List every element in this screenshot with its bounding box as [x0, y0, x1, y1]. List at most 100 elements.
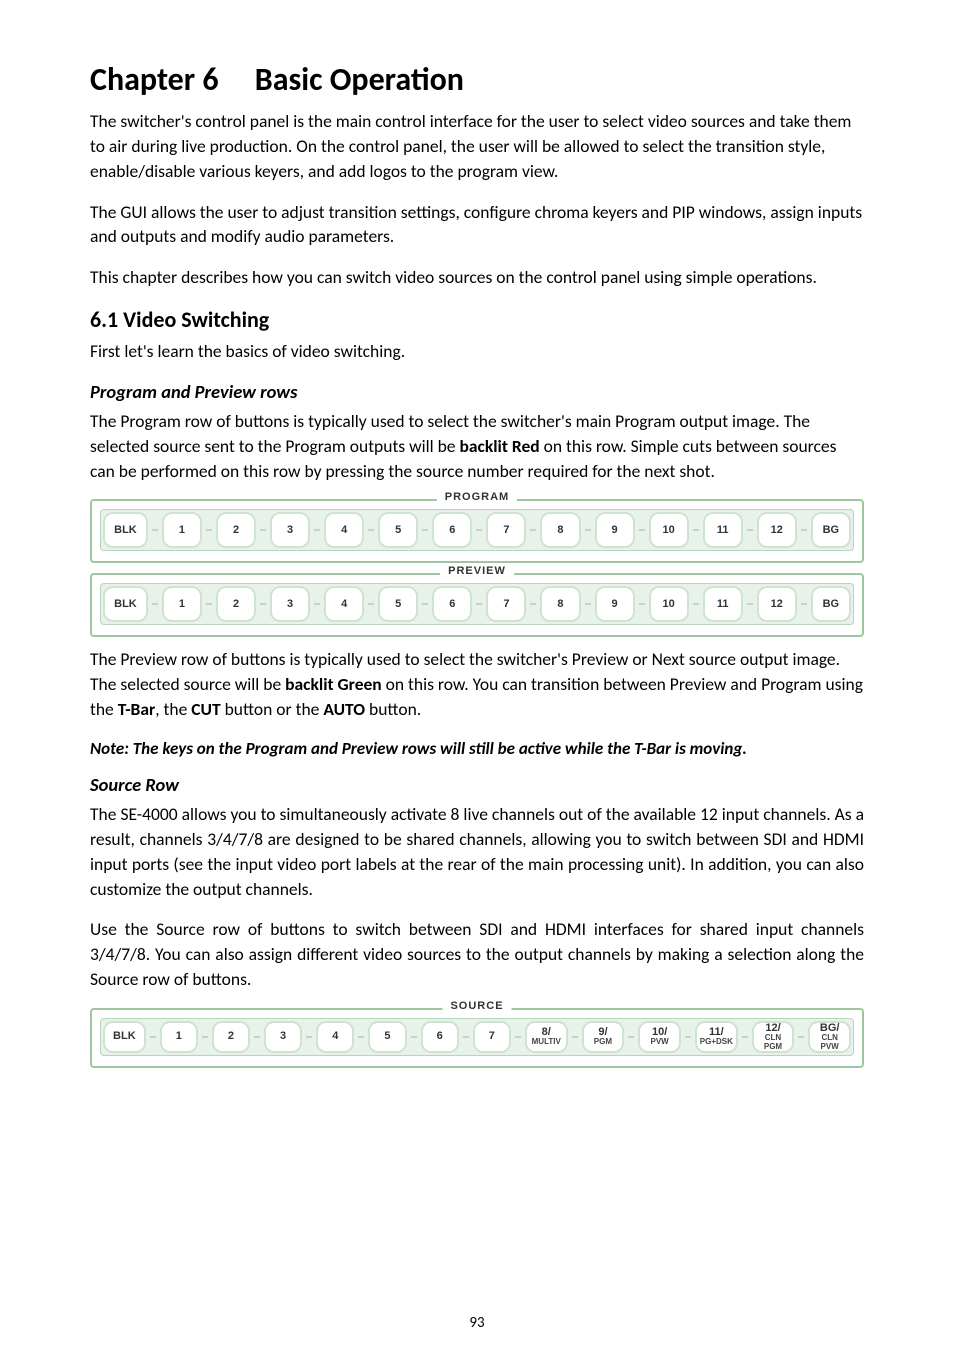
section-heading: 6.1 Video Switching [90, 306, 864, 333]
key-6[interactable]: 6 [432, 512, 472, 548]
key-connector [747, 526, 753, 534]
key-5[interactable]: 5 [368, 1021, 406, 1053]
key-connector [206, 526, 212, 534]
key-connector [314, 526, 320, 534]
paragraph: Use the Source row of buttons to switch … [90, 917, 864, 992]
chapter-title: Chapter 6 Basic Operation [90, 60, 864, 99]
key-blk[interactable]: BLK [103, 1021, 146, 1053]
key-bg-cln-pvw[interactable]: BG/CLN PVW [808, 1021, 851, 1053]
key-8-multiv[interactable]: 8/MULTIV [525, 1021, 568, 1053]
key-6[interactable]: 6 [421, 1021, 459, 1053]
note-paragraph: Note: The keys on the Program and Previe… [90, 738, 864, 759]
bold-run: AUTO [323, 698, 365, 720]
key-label: 1 [176, 1031, 182, 1043]
paragraph: The Preview row of buttons is typically … [90, 647, 864, 722]
key-connector [358, 1033, 364, 1041]
key-7[interactable]: 7 [486, 586, 526, 622]
key-connector [747, 600, 753, 608]
key-7[interactable]: 7 [486, 512, 526, 548]
panel-legend: SOURCE [442, 1000, 511, 1012]
key-connector [306, 1033, 312, 1041]
panel-legend: PREVIEW [440, 565, 514, 577]
paragraph: The SE-4000 allows you to simultaneously… [90, 802, 864, 901]
key-connector [628, 1033, 634, 1041]
bold-run: backlit Red [459, 435, 539, 457]
key-connector [152, 526, 158, 534]
key-bg[interactable]: BG [811, 586, 851, 622]
text-run: , the [155, 698, 191, 720]
key-4[interactable]: 4 [324, 586, 364, 622]
key-12[interactable]: 12 [757, 512, 797, 548]
key-label: 3 [280, 1031, 286, 1043]
key-5[interactable]: 5 [378, 512, 418, 548]
key-connector [260, 600, 266, 608]
key-5[interactable]: 5 [378, 586, 418, 622]
key-connector [639, 526, 645, 534]
key-9-pgm[interactable]: 9/PGM [582, 1021, 625, 1053]
key-connector [476, 600, 482, 608]
key-connector [411, 1033, 417, 1041]
key-connector [530, 600, 536, 608]
key-10[interactable]: 10 [649, 512, 689, 548]
text-run: button or the [221, 698, 324, 720]
key-connector [585, 526, 591, 534]
key-2[interactable]: 2 [216, 586, 256, 622]
subsection-heading: Program and Preview rows [90, 380, 864, 403]
key-9[interactable]: 9 [595, 512, 635, 548]
panel-row-program: BLK123456789101112BG [100, 509, 854, 551]
panel-row-source: BLK 1 2 3 4 5 6 7 8/MULTIV 9/PGM 10/PVW 11/PG+DSK 12… [100, 1018, 854, 1056]
key-12-cln-pgm[interactable]: 12/CLN PGM [752, 1021, 795, 1053]
key-connector [152, 600, 158, 608]
key-1[interactable]: 1 [162, 586, 202, 622]
key-9[interactable]: 9 [595, 586, 635, 622]
key-connector [422, 526, 428, 534]
key-1[interactable]: 1 [162, 512, 202, 548]
key-sublabel: MULTIV [532, 1038, 561, 1046]
paragraph: First let's learn the basics of video sw… [90, 339, 864, 364]
key-bg[interactable]: BG [811, 512, 851, 548]
paragraph: This chapter describes how you can switc… [90, 265, 864, 290]
key-connector [476, 526, 482, 534]
key-sublabel: PG+DSK [700, 1038, 733, 1046]
key-12[interactable]: 12 [757, 586, 797, 622]
key-11[interactable]: 11 [703, 586, 743, 622]
key-connector [572, 1033, 578, 1041]
key-label: BLK [113, 1031, 136, 1043]
key-10-pvw[interactable]: 10/PVW [638, 1021, 681, 1053]
key-connector [693, 600, 699, 608]
key-connector [314, 600, 320, 608]
key-blk[interactable]: BLK [103, 512, 148, 548]
key-blk[interactable]: BLK [103, 586, 148, 622]
key-sublabel: PGM [594, 1038, 612, 1046]
key-connector [254, 1033, 260, 1041]
panel-source: SOURCE BLK12345678/MULTIV9/PGM10/PVW11/P… [90, 1008, 864, 1068]
key-3[interactable]: 3 [264, 1021, 302, 1053]
key-label: 5 [384, 1031, 390, 1043]
key-11-pg-dsk[interactable]: 11/PG+DSK [695, 1021, 738, 1053]
key-10[interactable]: 10 [649, 586, 689, 622]
key-11[interactable]: 11 [703, 512, 743, 548]
key-4[interactable]: 4 [324, 512, 364, 548]
key-2[interactable]: 2 [216, 512, 256, 548]
bold-run: CUT [191, 698, 220, 720]
key-7[interactable]: 7 [473, 1021, 511, 1053]
key-connector [530, 526, 536, 534]
key-connector [639, 600, 645, 608]
key-6[interactable]: 6 [432, 586, 472, 622]
key-sublabel: CLN PVW [812, 1034, 847, 1051]
key-3[interactable]: 3 [270, 586, 310, 622]
key-connector [801, 600, 807, 608]
text-run: button. [365, 698, 421, 720]
key-connector [585, 600, 591, 608]
key-8[interactable]: 8 [540, 512, 580, 548]
key-4[interactable]: 4 [316, 1021, 354, 1053]
key-label: 6 [437, 1031, 443, 1043]
key-sublabel: PVW [650, 1038, 668, 1046]
key-label: 2 [228, 1031, 234, 1043]
key-1[interactable]: 1 [160, 1021, 198, 1053]
key-connector [742, 1033, 748, 1041]
key-8[interactable]: 8 [540, 586, 580, 622]
key-3[interactable]: 3 [270, 512, 310, 548]
key-2[interactable]: 2 [212, 1021, 250, 1053]
key-connector [206, 600, 212, 608]
